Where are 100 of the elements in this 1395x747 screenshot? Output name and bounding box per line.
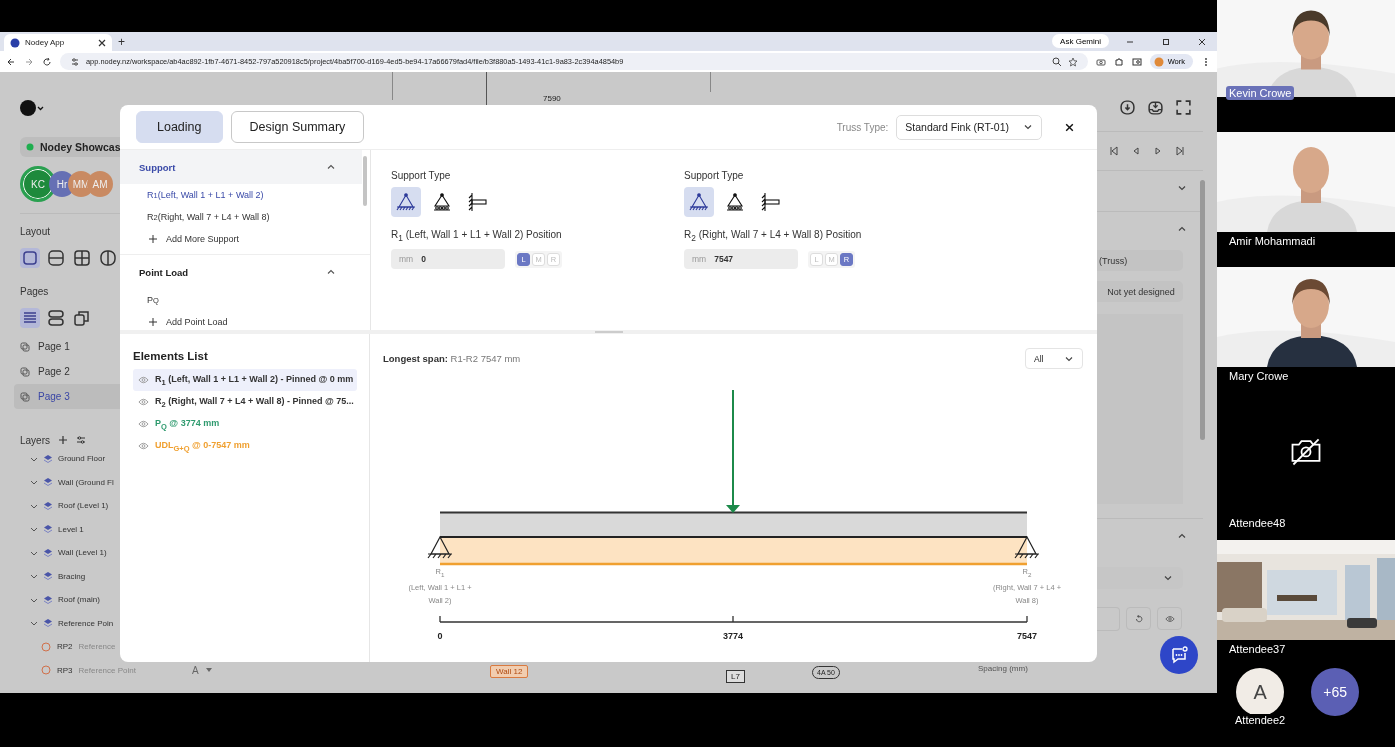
- element-item[interactable]: P$_{Q}$ @ 3774 mm: [133, 413, 357, 435]
- pinned-support-icon[interactable]: [684, 187, 714, 217]
- back-icon[interactable]: [6, 56, 16, 67]
- layer-name[interactable]: Wall (Ground Fl: [58, 477, 114, 487]
- position-field[interactable]: mm 0: [391, 249, 505, 269]
- view-list-icon[interactable]: [20, 308, 40, 328]
- reload-icon[interactable]: [42, 56, 52, 67]
- accordion-header[interactable]: Point Load: [120, 255, 362, 289]
- browser-tab[interactable]: Nodey App: [4, 34, 112, 51]
- truss-type-select[interactable]: Standard Fink (RT-01): [896, 114, 1042, 140]
- layer-name[interactable]: Ground Floor: [58, 454, 106, 464]
- position-field[interactable]: mm 7547: [684, 249, 798, 269]
- add-icon[interactable]: [58, 435, 68, 445]
- layer-name[interactable]: Wall (Level 1): [58, 548, 107, 558]
- page-item[interactable]: Page 3: [14, 384, 120, 409]
- camera-icon[interactable]: [1095, 56, 1106, 67]
- circle-icon: [41, 665, 51, 676]
- filter-icon[interactable]: [76, 435, 86, 445]
- chevron-down-icon: [1163, 573, 1173, 583]
- layer-icon: [43, 547, 53, 558]
- logo-icon[interactable]: [20, 99, 44, 117]
- layer-icon: [43, 594, 53, 605]
- tab-search-icon[interactable]: [1131, 56, 1142, 67]
- project-pill[interactable]: Nodey Showcas: [20, 137, 120, 157]
- field-label: Support Type: [684, 170, 745, 181]
- layout-grid-icon[interactable]: [72, 248, 92, 268]
- member-label[interactable]: L7: [726, 670, 745, 683]
- section-heading: Layers: [20, 434, 50, 446]
- view-copy-icon[interactable]: [72, 308, 92, 328]
- field-label: R$_{1}$ (Left, Wall 1 + L1 + Wall 2) Position: [391, 229, 563, 243]
- page-icon: [20, 366, 30, 377]
- layout-rows-icon[interactable]: [46, 248, 66, 268]
- close-icon[interactable]: [98, 38, 106, 47]
- circle-icon: [41, 641, 51, 652]
- point-name[interactable]: RP2: [57, 642, 73, 652]
- chevron-down-icon[interactable]: [1177, 183, 1187, 193]
- chevron-up-icon[interactable]: [1177, 531, 1187, 541]
- status-field: Not yet designed: [1097, 281, 1183, 302]
- chevron-icon[interactable]: [30, 619, 38, 628]
- close-icon[interactable]: [1064, 121, 1075, 133]
- close-icon[interactable]: [1197, 37, 1207, 47]
- more-participants-button[interactable]: +65: [1311, 668, 1360, 716]
- new-tab-button[interactable]: +: [118, 34, 125, 51]
- pinned-support-icon[interactable]: [391, 187, 421, 217]
- next-icon[interactable]: [1153, 146, 1163, 156]
- page-item[interactable]: Page 1: [14, 334, 120, 359]
- chevron-icon[interactable]: [30, 478, 38, 487]
- restore-icon[interactable]: [1161, 37, 1171, 47]
- eye-icon: [1164, 613, 1175, 624]
- truss-field[interactable]: (Truss): [1097, 250, 1183, 271]
- field-label: Support Type: [391, 170, 452, 181]
- chevron-down-icon: [1023, 122, 1033, 132]
- forward-icon[interactable]: [24, 56, 34, 67]
- layer-icon: [43, 500, 53, 511]
- wall-tag[interactable]: Wall 12: [490, 665, 529, 678]
- fullscreen-icon[interactable]: [1175, 99, 1192, 116]
- chat-icon: [1169, 645, 1189, 665]
- section-heading: Layout: [20, 226, 52, 239]
- point-tag: A: [191, 664, 199, 676]
- point-name[interactable]: RP3: [57, 665, 73, 675]
- first-icon[interactable]: [1109, 146, 1119, 156]
- view-stack-icon[interactable]: [46, 308, 66, 328]
- chevron-icon[interactable]: [30, 572, 38, 581]
- layer-name[interactable]: Level 1: [58, 524, 84, 534]
- chevron-up-icon[interactable]: [326, 267, 336, 277]
- input-field[interactable]: [1097, 607, 1120, 631]
- layer-name[interactable]: Roof (main): [58, 595, 100, 605]
- dimension-label: 7590: [543, 94, 561, 103]
- page-icon: [20, 341, 30, 352]
- layout-single-icon[interactable]: [20, 248, 40, 268]
- chevron-up-icon[interactable]: [326, 162, 336, 172]
- layer-name[interactable]: Bracing: [58, 571, 86, 581]
- add-icon[interactable]: [149, 235, 157, 243]
- favicon-icon: [10, 37, 20, 48]
- add-icon[interactable]: [149, 318, 157, 326]
- dialog-tab[interactable]: Design Summary: [230, 111, 365, 143]
- layout-columns-icon[interactable]: [98, 248, 118, 268]
- page-item[interactable]: Page 2: [14, 359, 120, 384]
- add-link[interactable]: Add More Support: [166, 234, 240, 244]
- participant-avatar[interactable]: A: [1236, 668, 1285, 716]
- filter-select[interactable]: All: [1025, 348, 1083, 369]
- dialog-tab[interactable]: Loading: [136, 111, 223, 143]
- download-icon[interactable]: [1119, 99, 1136, 116]
- layer-name[interactable]: Roof (Level 1): [58, 501, 109, 511]
- ask-button[interactable]: Ask Gemini: [1052, 34, 1109, 48]
- chevron-icon[interactable]: [30, 525, 38, 534]
- inbox-icon[interactable]: [1147, 99, 1164, 116]
- chevron-up-icon[interactable]: [1177, 224, 1187, 234]
- element-item[interactable]: R$_{2}$ (Right, Wall 7 + L4 + Wall 8) - Pinned @ 75...: [133, 391, 357, 413]
- accordion-header[interactable]: Support: [120, 150, 362, 184]
- zoom-icon[interactable]: [1051, 56, 1062, 67]
- add-link[interactable]: Add Point Load: [166, 317, 228, 327]
- layer-name[interactable]: Reference Poin: [58, 618, 114, 628]
- star-icon[interactable]: [1067, 56, 1078, 67]
- previous-icon[interactable]: [1131, 146, 1141, 156]
- last-icon[interactable]: [1175, 146, 1185, 156]
- longest-span-text: Longest span: R1-R2 7547 mm: [383, 353, 521, 364]
- chat-button[interactable]: [1160, 636, 1198, 674]
- participant-name: Attendee37: [1228, 642, 1287, 656]
- element-item[interactable]: R$_{1}$ (Left, Wall 1 + L1 + Wall 2) - Pinned @ 0 mm: [133, 369, 357, 391]
